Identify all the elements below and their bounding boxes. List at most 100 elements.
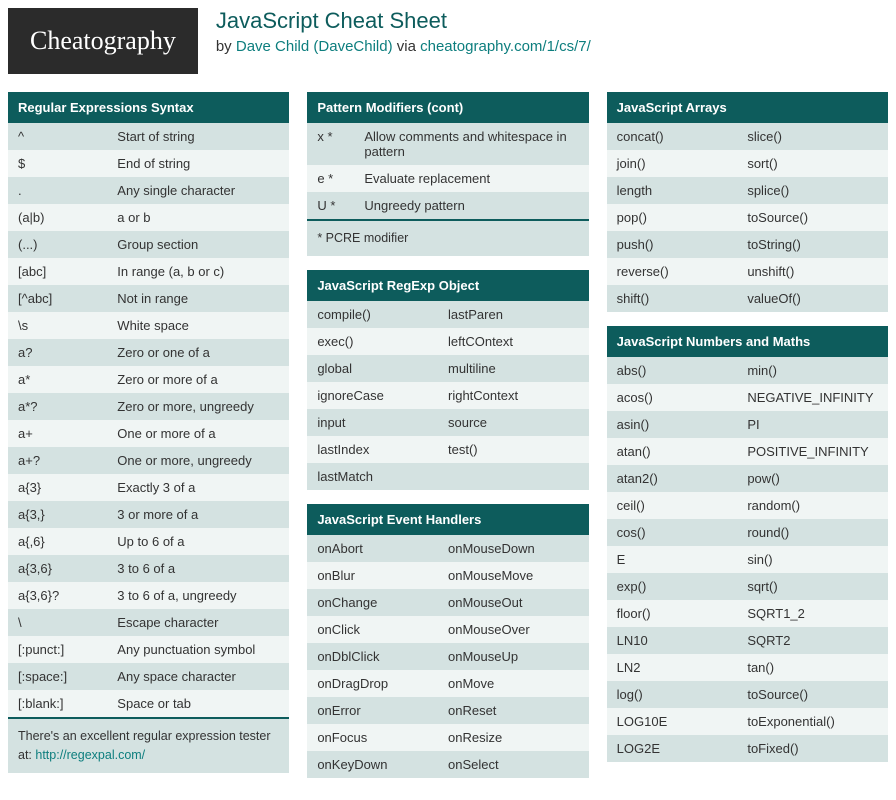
table-row: onAbortonMouseDown [307,535,588,562]
cell: concat() [617,129,748,144]
cell: onAbort [317,541,448,556]
cell: onChange [317,595,448,610]
panel-footnote: There's an excellent regular expression … [8,717,289,773]
cell: multiline [448,361,579,376]
cell: tan() [747,660,878,675]
cell: a{3,6}? [18,588,117,603]
cell: Any single character [117,183,279,198]
table-row: abs()min() [607,357,888,384]
cell: U * [317,198,364,213]
cell: lastMatch [317,469,448,484]
footnote-link[interactable]: http://regexpal.com/ [35,748,145,762]
table-row: concat()slice() [607,123,888,150]
cell: . [18,183,117,198]
cell: Zero or more, ungreedy [117,399,279,414]
rows: concat()slice()join()sort()lengthsplice(… [607,123,888,312]
cell: unshift() [747,264,878,279]
cell: a+ [18,426,117,441]
cell: [:punct:] [18,642,117,657]
cell: toString() [747,237,878,252]
rows: x *Allow comments and whitespace in patt… [307,123,588,219]
cell: ceil() [617,498,748,513]
table-row: \Escape character [8,609,289,636]
cell: toSource() [747,210,878,225]
cell: lastParen [448,307,579,322]
table-row: a{3,6}3 to 6 of a [8,555,289,582]
cell: acos() [617,390,748,405]
page-title: JavaScript Cheat Sheet [216,8,591,34]
cell: onDblClick [317,649,448,664]
cell: [^abc] [18,291,117,306]
panel-header: JavaScript Numbers and Maths [607,326,888,357]
table-row: join()sort() [607,150,888,177]
table-row: onFocusonResize [307,724,588,751]
cell: Up to 6 of a [117,534,279,549]
cell: pop() [617,210,748,225]
panel-event-handlers: JavaScript Event Handlers onAbortonMouse… [307,504,588,778]
cell: One or more of a [117,426,279,441]
table-row: e *Evaluate replacement [307,165,588,192]
cell: onSelect [448,757,579,772]
cell: onMouseUp [448,649,579,664]
cell: Start of string [117,129,279,144]
logo: Cheatography [8,8,198,74]
cell: Escape character [117,615,279,630]
table-row: cos()round() [607,519,888,546]
cell: onFocus [317,730,448,745]
table-row: shift()valueOf() [607,285,888,312]
cell: onBlur [317,568,448,583]
cell: ^ [18,129,117,144]
cell: asin() [617,417,748,432]
cell: onDragDrop [317,676,448,691]
panel-header: JavaScript RegExp Object [307,270,588,301]
cell: 3 or more of a [117,507,279,522]
cell: join() [617,156,748,171]
table-row: a+One or more of a [8,420,289,447]
table-row: lengthsplice() [607,177,888,204]
table-row: LN10SQRT2 [607,627,888,654]
cell: input [317,415,448,430]
cell: min() [747,363,878,378]
cell: valueOf() [747,291,878,306]
table-row: Esin() [607,546,888,573]
cell: (...) [18,237,117,252]
cell: global [317,361,448,376]
via-link[interactable]: cheatography.com/1/cs/7/ [420,38,591,55]
cell: e * [317,171,364,186]
rows: onAbortonMouseDownonBluronMouseMoveonCha… [307,535,588,778]
cell: [abc] [18,264,117,279]
table-row: floor()SQRT1_2 [607,600,888,627]
table-row: globalmultiline [307,355,588,382]
byline: by Dave Child (DaveChild) via cheatograp… [216,38,591,55]
cell: exp() [617,579,748,594]
cell: PI [747,417,878,432]
table-row: a*Zero or more of a [8,366,289,393]
cell: Space or tab [117,696,279,711]
cell: Exactly 3 of a [117,480,279,495]
cell: sqrt() [747,579,878,594]
cell: log() [617,687,748,702]
panel-regexp-object: JavaScript RegExp Object compile()lastPa… [307,270,588,490]
table-row: reverse()unshift() [607,258,888,285]
cell: Zero or one of a [117,345,279,360]
cell: (a|b) [18,210,117,225]
cell: atan() [617,444,748,459]
table-row: lastIndextest() [307,436,588,463]
by-prefix: by [216,38,236,55]
columns: Regular Expressions Syntax ^Start of str… [8,92,888,792]
table-row: onClickonMouseOver [307,616,588,643]
cell: End of string [117,156,279,171]
cell: onClick [317,622,448,637]
panel-header: JavaScript Arrays [607,92,888,123]
table-row: U *Ungreedy pattern [307,192,588,219]
table-row: acos()NEGATIVE_INFINITY [607,384,888,411]
author-link[interactable]: Dave Child (DaveChild) [236,38,393,55]
via-text: via [393,38,421,55]
table-row: lastMatch [307,463,588,490]
table-row: onKeyDownonSelect [307,751,588,778]
cell: toFixed() [747,741,878,756]
cell: E [617,552,748,567]
table-row: a+?One or more, ungreedy [8,447,289,474]
table-row: a{3,6}?3 to 6 of a, ungreedy [8,582,289,609]
table-row: [abc]In range (a, b or c) [8,258,289,285]
